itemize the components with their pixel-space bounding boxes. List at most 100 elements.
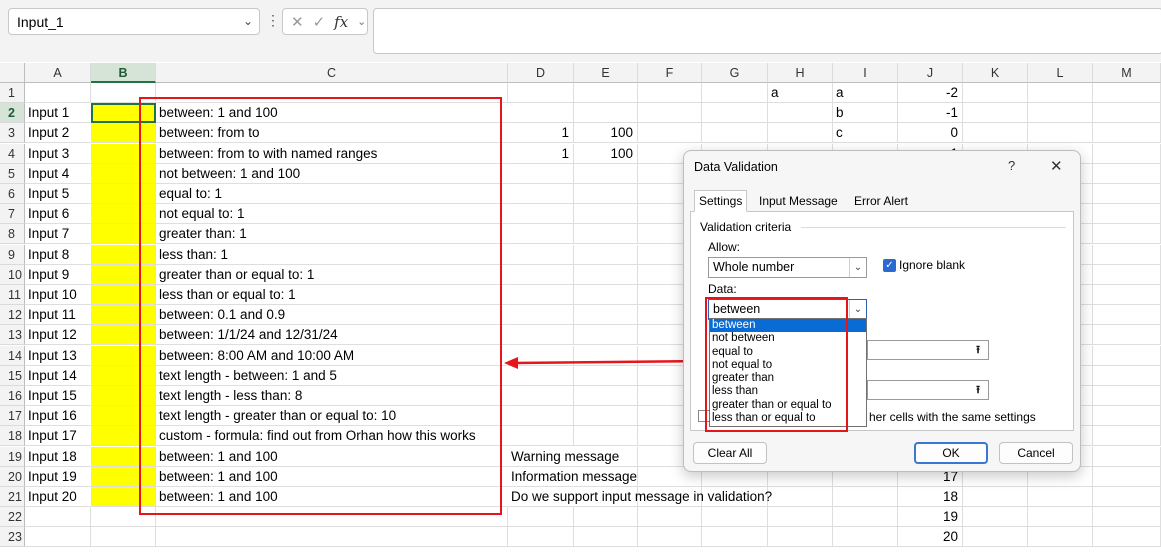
cell-b10[interactable] [91, 264, 156, 285]
cell-d9[interactable] [508, 244, 574, 265]
row-header-20[interactable]: 20 [0, 466, 25, 487]
cell-c6[interactable]: equal to: 1 [156, 184, 508, 204]
row-header-22[interactable]: 22 [0, 507, 25, 528]
cell-a15[interactable]: Input 14 [25, 366, 91, 386]
data-option[interactable]: between [710, 319, 866, 333]
insert-function-icon[interactable]: fx [334, 13, 348, 31]
cell-k23[interactable] [963, 527, 1028, 548]
cell-l3[interactable] [1028, 123, 1093, 144]
cell-m18[interactable] [1093, 426, 1161, 447]
cell-c14[interactable]: between: 8:00 AM and 10:00 AM [156, 346, 508, 366]
cell-b7[interactable] [91, 204, 156, 225]
cell-e3[interactable]: 100 [574, 123, 638, 144]
cell-k21[interactable] [963, 487, 1028, 507]
data-option[interactable]: not equal to [710, 359, 866, 372]
cell-c19[interactable]: between: 1 and 100 [156, 447, 508, 467]
cell-d19[interactable]: Warning message [508, 447, 619, 467]
ignore-blank-checkbox[interactable]: ✓ [883, 259, 896, 272]
cell-e2[interactable] [574, 103, 638, 124]
cell-a21[interactable]: Input 20 [25, 487, 91, 507]
cell-m19[interactable] [1093, 446, 1161, 467]
cell-h2[interactable] [768, 103, 833, 124]
cell-d4[interactable]: 1 [508, 143, 574, 164]
cell-e13[interactable] [574, 325, 638, 346]
cell-a11[interactable]: Input 10 [25, 285, 91, 305]
cell-b2[interactable] [91, 103, 156, 124]
cell-b15[interactable] [91, 365, 156, 386]
cell-d12[interactable] [508, 305, 574, 326]
cell-d21[interactable]: Do we support input message in validatio… [508, 487, 772, 507]
cell-m16[interactable] [1093, 386, 1161, 406]
cell-c13[interactable]: between: 1/1/24 and 12/31/24 [156, 325, 508, 346]
cell-c7[interactable]: not equal to: 1 [156, 204, 508, 225]
cell-f22[interactable] [638, 507, 702, 528]
cell-e12[interactable] [574, 305, 638, 326]
cell-d5[interactable] [508, 163, 574, 184]
cell-m17[interactable] [1093, 406, 1161, 427]
data-select[interactable]: between ⌄ [708, 299, 867, 320]
cell-c11[interactable]: less than or equal to: 1 [156, 285, 508, 305]
cell-d6[interactable] [508, 184, 574, 204]
cell-c3[interactable]: between: from to [156, 123, 508, 144]
cell-a16[interactable]: Input 15 [25, 386, 91, 406]
cell-d8[interactable] [508, 224, 574, 245]
cell-b16[interactable] [91, 386, 156, 406]
cell-d10[interactable] [508, 264, 574, 285]
data-option[interactable]: less than [710, 385, 866, 398]
cell-c18[interactable]: custom - formula: find out from Orhan ho… [156, 426, 508, 447]
cell-a22[interactable] [25, 507, 91, 528]
cell-b21[interactable] [91, 487, 156, 507]
cell-m6[interactable] [1093, 184, 1161, 204]
cell-g23[interactable] [702, 527, 768, 548]
more-options-icon[interactable]: ⋮ [266, 12, 280, 29]
cell-d17[interactable] [508, 406, 574, 427]
cell-c23[interactable] [156, 527, 508, 548]
cell-d11[interactable] [508, 285, 574, 305]
cell-b22[interactable] [91, 507, 156, 528]
data-option[interactable]: not between [710, 332, 866, 345]
column-header-g[interactable]: G [702, 63, 768, 83]
cell-g3[interactable] [702, 123, 768, 144]
cell-e17[interactable] [574, 406, 638, 427]
cell-b8[interactable] [91, 224, 156, 245]
cell-c10[interactable]: greater than or equal to: 1 [156, 265, 508, 285]
row-header-21[interactable]: 21 [0, 487, 25, 507]
column-header-c[interactable]: C [156, 63, 508, 83]
row-header-12[interactable]: 12 [0, 305, 25, 326]
cell-j21[interactable]: 18 [898, 487, 963, 507]
cell-d16[interactable] [508, 386, 574, 406]
row-header-18[interactable]: 18 [0, 426, 25, 447]
cell-b14[interactable] [91, 345, 156, 366]
row-header-17[interactable]: 17 [0, 406, 25, 427]
data-option[interactable]: less than or equal to [710, 412, 866, 425]
cell-h1[interactable]: a [768, 83, 833, 103]
cell-a4[interactable]: Input 3 [25, 144, 91, 164]
chevron-down-icon[interactable]: ⌄ [243, 14, 253, 28]
cell-a3[interactable]: Input 2 [25, 123, 91, 144]
cell-c20[interactable]: between: 1 and 100 [156, 467, 508, 487]
column-header-i[interactable]: I [833, 63, 898, 83]
chevron-down-icon[interactable]: ⌄ [849, 258, 866, 277]
cell-m20[interactable] [1093, 466, 1161, 487]
cell-d3[interactable]: 1 [508, 123, 574, 144]
cell-c1[interactable] [156, 83, 508, 103]
row-header-16[interactable]: 16 [0, 386, 25, 406]
enter-icon[interactable]: ✓ [313, 13, 326, 31]
cell-j22[interactable]: 19 [898, 507, 963, 528]
cell-c17[interactable]: text length - greater than or equal to: … [156, 406, 508, 427]
cell-h23[interactable] [768, 527, 833, 548]
cell-i22[interactable] [833, 507, 898, 528]
cell-f3[interactable] [638, 123, 702, 144]
cell-a2[interactable]: Input 1 [25, 103, 91, 124]
cell-l22[interactable] [1028, 507, 1093, 528]
cell-l21[interactable] [1028, 487, 1093, 507]
cell-c8[interactable]: greater than: 1 [156, 224, 508, 245]
cell-g22[interactable] [702, 507, 768, 528]
column-header-l[interactable]: L [1028, 63, 1093, 83]
cancel-icon[interactable]: ✕ [291, 13, 304, 31]
cell-a1[interactable] [25, 83, 91, 103]
name-box[interactable]: Input_1 ⌄ [8, 8, 260, 35]
cell-b13[interactable] [91, 325, 156, 346]
cell-a9[interactable]: Input 8 [25, 245, 91, 265]
cell-c12[interactable]: between: 0.1 and 0.9 [156, 305, 508, 326]
